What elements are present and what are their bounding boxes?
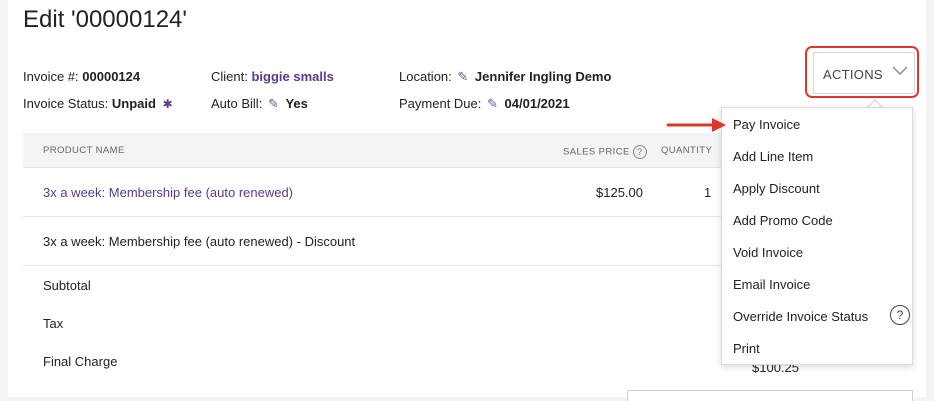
override-status-label: Override Invoice Status — [733, 309, 869, 324]
product-link[interactable]: 3x a week: Membership fee (auto renewed) — [43, 185, 293, 200]
menu-item-void-invoice[interactable]: Void Invoice — [733, 245, 803, 260]
help-icon[interactable]: ? — [632, 145, 647, 159]
invoice-number-value: 00000124 — [82, 69, 141, 84]
column-header-sales-price: SALES PRICE? — [563, 145, 647, 159]
client: Client: biggie smalls — [211, 69, 334, 84]
final-charge-label: Final Charge — [43, 354, 118, 369]
invoice-status-value: Unpaid — [111, 96, 156, 111]
pencil-icon[interactable]: ✎ — [457, 69, 468, 85]
payment-due-value: 04/01/2021 — [504, 96, 570, 111]
table-row: 3x a week: Membership fee (auto renewed)… — [23, 168, 726, 217]
menu-item-apply-discount[interactable]: Apply Discount — [733, 181, 820, 196]
invoice-number: Invoice #: 00000124 — [23, 69, 140, 84]
page-title: Edit '00000124' — [23, 6, 187, 33]
client-link[interactable]: biggie smalls — [251, 69, 333, 84]
actions-dropdown-menu: Pay Invoice Add Line Item Apply Discount… — [721, 107, 913, 365]
pencil-icon[interactable]: ✎ — [268, 96, 279, 112]
menu-item-print[interactable]: Print — [733, 341, 760, 356]
row-quantity: 1 — [704, 185, 712, 200]
auto-bill: Auto Bill: ✎ Yes — [211, 96, 308, 112]
column-header-quantity: QUANTITY — [661, 145, 713, 156]
payment-due: Payment Due: ✎ 04/01/2021 — [399, 96, 570, 112]
annotation-highlight-box — [805, 46, 919, 98]
invoice-number-label: Invoice #: — [23, 69, 79, 84]
location-label: Location: — [399, 69, 452, 84]
auto-bill-label: Auto Bill: — [211, 96, 263, 111]
payment-due-label: Payment Due: — [399, 96, 482, 111]
arrow-icon — [666, 118, 726, 132]
product-name: 3x a week: Membership fee (auto renewed)… — [43, 234, 356, 249]
menu-item-add-line-item[interactable]: Add Line Item — [733, 149, 813, 164]
subtotal-label: Subtotal — [43, 278, 91, 293]
location-value: Jennifer Ingling Demo — [474, 69, 612, 84]
table-row: 3x a week: Membership fee (auto renewed)… — [23, 217, 726, 266]
column-header-product: PRODUCT NAME — [43, 145, 125, 156]
menu-item-add-promo-code[interactable]: Add Promo Code — [733, 213, 833, 228]
sales-price-label: SALES PRICE — [563, 146, 630, 158]
invoice-status: Invoice Status: Unpaid ✱ — [23, 96, 173, 111]
footer-box — [627, 390, 913, 401]
menu-item-email-invoice[interactable]: Email Invoice — [733, 277, 810, 292]
row-price: $125.00 — [596, 185, 643, 200]
location: Location: ✎ Jennifer Ingling Demo — [399, 69, 611, 85]
pencil-icon[interactable]: ✎ — [487, 96, 498, 112]
help-icon[interactable]: ? — [890, 305, 910, 325]
bug-icon[interactable]: ✱ — [163, 97, 173, 111]
client-label: Client: — [211, 69, 248, 84]
tax-label: Tax — [43, 316, 64, 331]
auto-bill-value: Yes — [285, 96, 308, 111]
menu-item-override-status[interactable]: Override Invoice Status ? — [733, 305, 910, 325]
invoice-status-label: Invoice Status: — [23, 96, 109, 111]
table-header: PRODUCT NAME SALES PRICE? QUANTITY — [23, 133, 726, 168]
menu-item-pay-invoice[interactable]: Pay Invoice — [733, 117, 800, 132]
